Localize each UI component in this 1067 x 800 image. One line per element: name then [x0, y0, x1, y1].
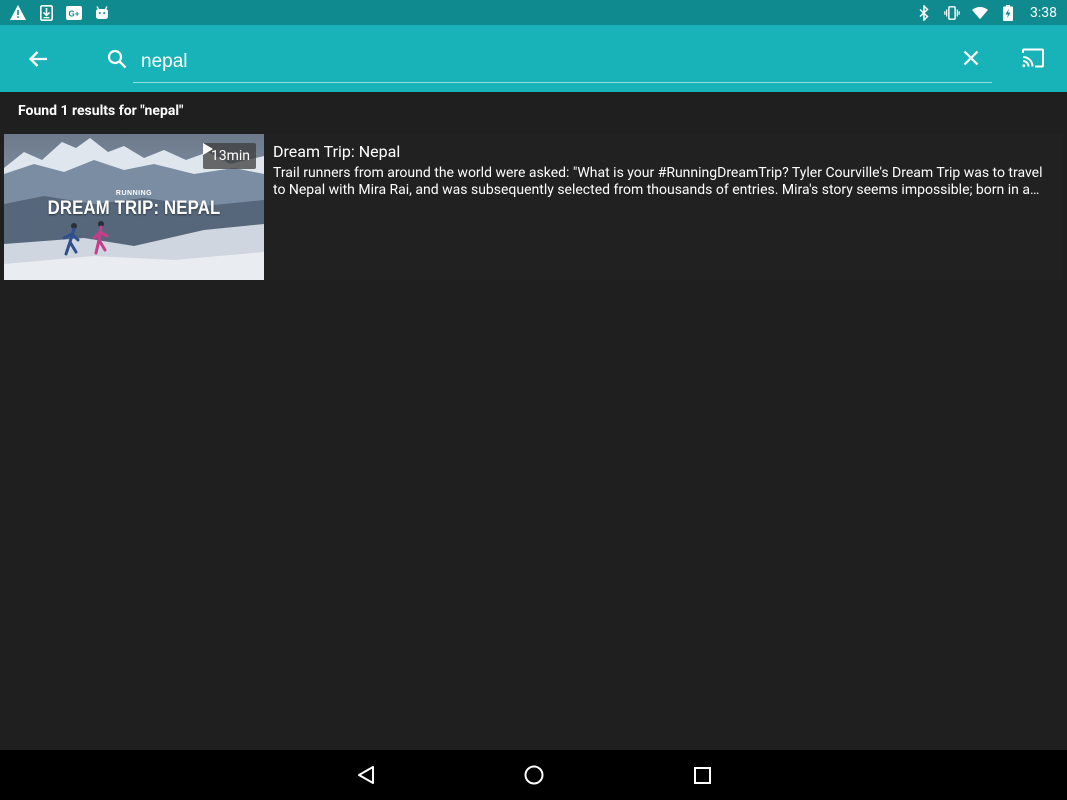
arrow-back-icon: [28, 51, 47, 67]
search-result-item[interactable]: RUNNING DREAM TRIP: NEPAL 13min Dream Tr…: [4, 134, 1063, 280]
search-app-bar: [0, 25, 1067, 92]
bluetooth-icon: [916, 4, 932, 21]
status-left-icons: G+: [10, 4, 110, 21]
svg-text:G+: G+: [69, 9, 80, 18]
results-count-label: Found 1 results for "nepal": [18, 103, 184, 119]
nav-back-button[interactable]: [351, 760, 381, 790]
search-icon: [105, 47, 129, 71]
system-navigation-bar: [0, 750, 1067, 800]
play-icon: [202, 143, 213, 155]
circle-home-icon: [524, 765, 544, 785]
battery-charging-icon: [1000, 4, 1016, 21]
search-input[interactable]: [133, 42, 992, 83]
status-time: 3:38: [1030, 4, 1057, 21]
download-icon: [38, 4, 54, 21]
google-plus-icon: G+: [66, 5, 82, 21]
thumbnail-title: DREAM TRIP: NEPAL: [47, 198, 221, 219]
cast-icon: [1022, 48, 1044, 68]
nav-home-button[interactable]: [519, 760, 549, 790]
status-bar: G+ 3:38: [0, 0, 1067, 25]
result-title[interactable]: Dream Trip: Nepal: [273, 142, 1053, 161]
triangle-back-icon: [358, 766, 374, 784]
duration-label: 13min: [210, 148, 250, 164]
status-right-icons: 3:38: [916, 4, 1057, 21]
thumbnail-kicker: RUNNING: [115, 190, 153, 197]
clear-search-button[interactable]: [955, 42, 987, 74]
wifi-icon: [972, 5, 988, 21]
close-icon: [963, 50, 979, 66]
nav-recents-button[interactable]: [687, 760, 717, 790]
result-description: Trail runners from around the world were…: [273, 165, 1043, 198]
square-recents-icon: [693, 766, 711, 784]
cast-button[interactable]: [1017, 42, 1049, 74]
back-button[interactable]: [18, 39, 58, 79]
video-thumbnail[interactable]: RUNNING DREAM TRIP: NEPAL 13min: [4, 134, 264, 280]
warning-icon: [10, 5, 26, 21]
vibrate-icon: [944, 5, 960, 21]
duration-badge: 13min: [202, 143, 256, 169]
android-icon: [94, 5, 110, 21]
result-text: Dream Trip: Nepal Trail runners from aro…: [264, 134, 1063, 280]
